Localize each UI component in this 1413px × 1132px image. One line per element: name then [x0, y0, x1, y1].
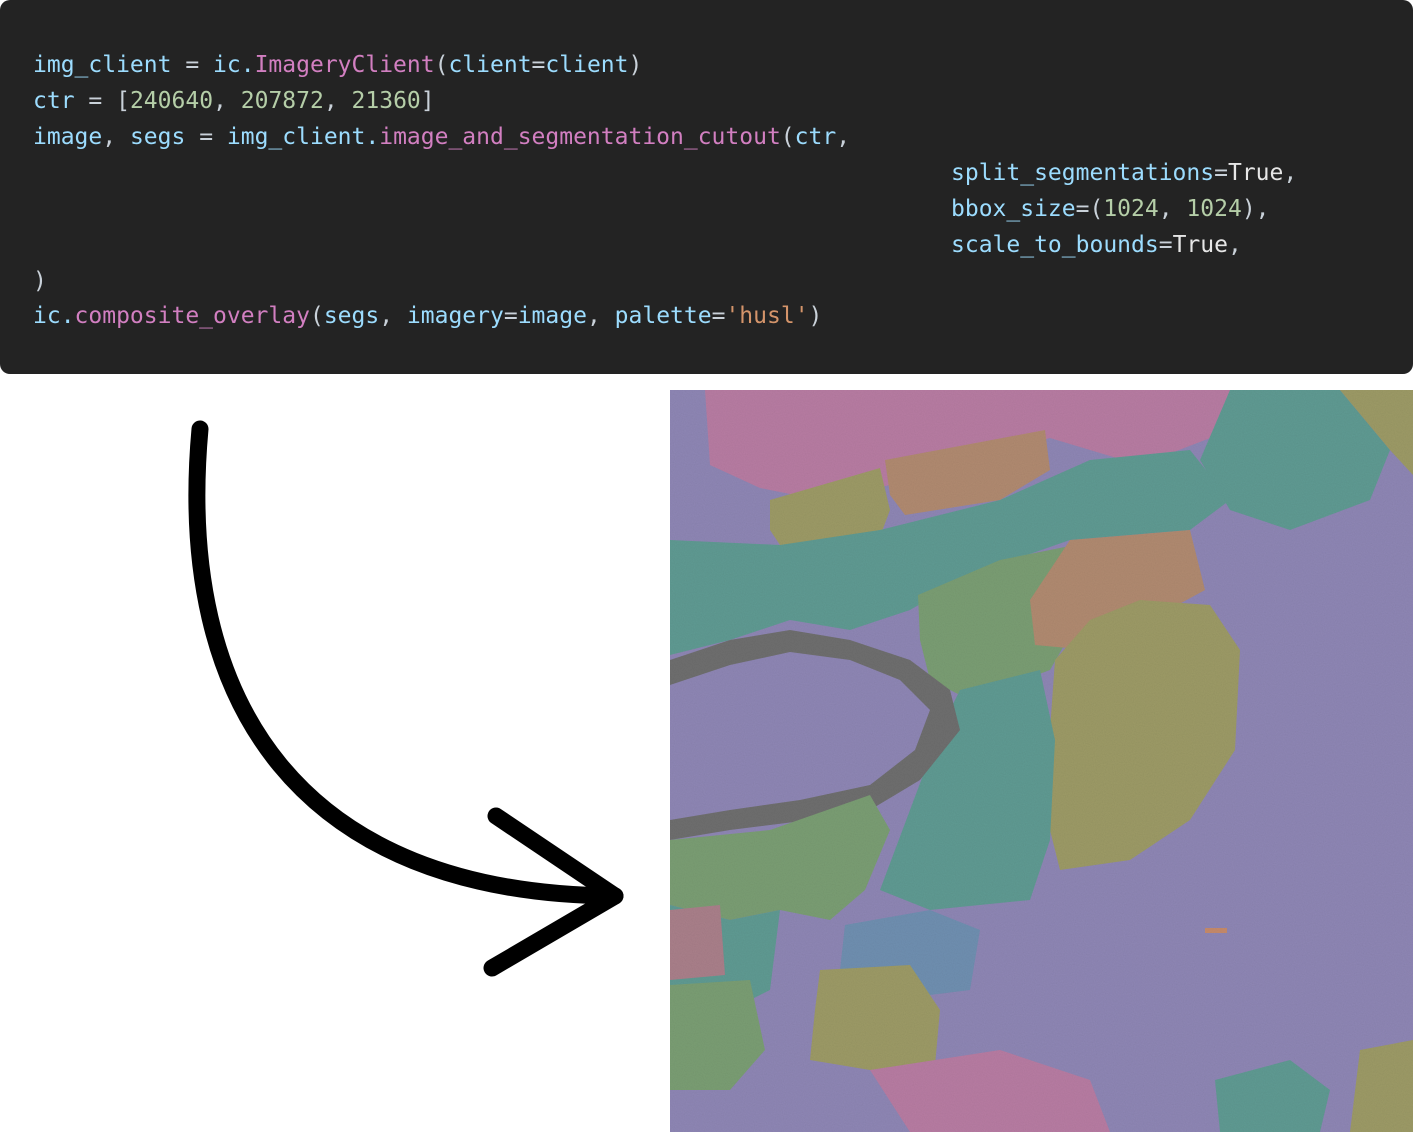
- code-token: ImageryClient: [254, 52, 435, 78]
- code-line-5: bbox_size=(1024, 1024),: [951, 194, 1270, 224]
- code-token: 207872: [240, 88, 324, 114]
- code-token: 21360: [351, 88, 421, 114]
- code-token: ic.: [213, 52, 255, 78]
- code-token: (: [434, 52, 449, 78]
- code-line-6: scale_to_bounds=True,: [951, 230, 1242, 260]
- code-token: ,: [379, 303, 407, 329]
- code-token: =: [1214, 160, 1228, 186]
- code-token: =(: [1075, 196, 1104, 222]
- code-token: imagery: [406, 303, 504, 329]
- code-token: client: [448, 52, 532, 78]
- code-token: ,: [323, 88, 352, 114]
- code-token: image: [517, 303, 587, 329]
- code-token: palette: [614, 303, 712, 329]
- code-token: =: [503, 303, 518, 329]
- code-line-8: ic.composite_overlay(segs, imagery=image…: [33, 301, 822, 331]
- code-token: ): [808, 303, 823, 329]
- code-token: split_segmentations: [951, 160, 1215, 186]
- code-token: 240640: [129, 88, 214, 114]
- code-token: =: [1158, 232, 1173, 258]
- code-token: ,: [213, 88, 241, 114]
- code-token: ctr: [794, 124, 837, 150]
- code-token: =: [711, 303, 726, 329]
- code-token: 'husl': [725, 303, 809, 329]
- code-token: ]: [420, 88, 435, 114]
- code-cell: img_client = ic.ImageryClient(client=cli…: [0, 0, 1413, 374]
- code-token: =: [185, 124, 227, 150]
- code-token: scale_to_bounds: [951, 232, 1159, 258]
- code-token: bbox_size: [951, 196, 1076, 222]
- code-line-4: split_segmentations=True,: [951, 158, 1297, 188]
- code-line-2: ctr = [240640, 207872, 21360]: [33, 86, 435, 116]
- code-token: ,: [102, 124, 130, 150]
- code-token: True: [1227, 160, 1284, 186]
- code-token: ),: [1241, 196, 1270, 222]
- code-token: 1024: [1186, 196, 1242, 222]
- code-token: =: [74, 88, 117, 114]
- code-token: client: [545, 52, 629, 78]
- segment: [670, 905, 725, 980]
- code-token: ,: [1158, 196, 1187, 222]
- code-token: ): [628, 52, 643, 78]
- code-token: ,: [836, 124, 851, 150]
- code-token: True: [1172, 232, 1228, 258]
- code-token: composite_overlay: [74, 303, 310, 329]
- code-token: image_and_segmentation_cutout: [379, 124, 781, 150]
- code-token: ,: [1227, 232, 1242, 258]
- code-token: ): [33, 268, 47, 294]
- code-token: (: [309, 303, 324, 329]
- code-token: [: [116, 88, 130, 114]
- segment: [1205, 928, 1227, 933]
- curved-arrow-icon: [188, 420, 624, 977]
- code-token: img_client.: [226, 124, 380, 150]
- segmentation-overlay-image: [670, 390, 1413, 1132]
- code-token: (: [780, 124, 795, 150]
- code-token: ic.: [33, 303, 75, 329]
- code-line-7: ): [33, 266, 47, 296]
- code-token: ctr: [33, 88, 75, 114]
- code-token: ,: [586, 303, 615, 329]
- code-token: segs: [323, 303, 380, 329]
- code-token: =: [531, 52, 546, 78]
- code-token: =: [171, 52, 214, 78]
- code-token: 1024: [1103, 196, 1159, 222]
- code-line-3: image, segs = img_client.image_and_segme…: [33, 122, 850, 152]
- segment: [810, 965, 940, 1070]
- code-token: img_client: [33, 52, 172, 78]
- code-token: segs: [129, 124, 186, 150]
- code-token: image: [33, 124, 103, 150]
- code-token: ,: [1283, 160, 1298, 186]
- code-line-1: img_client = ic.ImageryClient(client=cli…: [33, 50, 642, 80]
